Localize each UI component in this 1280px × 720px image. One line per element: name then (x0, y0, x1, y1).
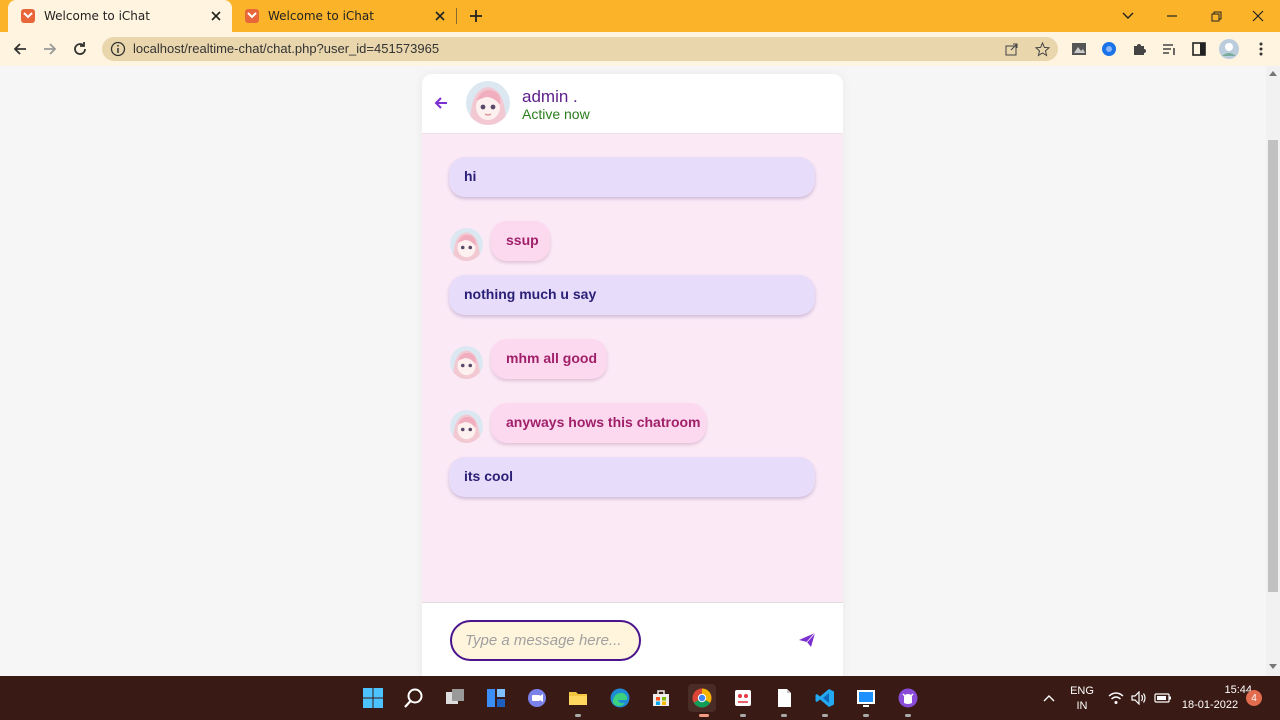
region-indicator[interactable]: IN (1070, 700, 1094, 712)
side-panel-icon[interactable] (1190, 40, 1208, 58)
teams-chat-icon[interactable] (523, 684, 551, 712)
sender-avatar (450, 228, 483, 261)
bookmark-star-icon[interactable] (1033, 40, 1051, 58)
running-indicator (822, 714, 828, 717)
more-menu-icon[interactable] (1252, 40, 1270, 58)
battery-icon[interactable] (1152, 684, 1174, 712)
widgets-icon[interactable] (482, 684, 510, 712)
back-arrow-icon[interactable] (432, 94, 450, 112)
tab-separator (456, 8, 457, 24)
notification-badge[interactable]: 4 (1246, 690, 1262, 706)
language-indicator[interactable]: ENG (1070, 685, 1094, 697)
new-tab-button[interactable] (466, 6, 486, 26)
screenshot-extension-icon[interactable] (1070, 40, 1088, 58)
outgoing-message: nothing much u say (449, 275, 815, 315)
reading-list-icon[interactable] (1160, 40, 1178, 58)
plus-icon (470, 10, 482, 22)
close-window-button[interactable] (1238, 0, 1278, 32)
running-indicator (740, 714, 746, 717)
minimize-button[interactable] (1152, 0, 1192, 32)
message-text: anyways hows this chatroom (506, 414, 701, 430)
back-button[interactable] (8, 37, 32, 61)
profile-avatar-icon[interactable] (1218, 38, 1240, 60)
restore-button[interactable] (1196, 0, 1236, 32)
send-button[interactable] (796, 630, 818, 650)
reload-icon (74, 42, 86, 55)
message-input[interactable] (450, 620, 641, 661)
message-text: mhm all good (506, 350, 597, 366)
close-icon (1252, 10, 1264, 22)
message-text: hi (464, 168, 477, 184)
wifi-icon[interactable] (1106, 684, 1126, 712)
message-text: nothing much u say (464, 286, 597, 302)
chat-box (422, 133, 843, 603)
clock-date[interactable]: 18-01-2022 (1180, 699, 1240, 711)
snipping-tool-icon[interactable] (729, 684, 757, 712)
vscode-icon[interactable] (811, 684, 839, 712)
github-desktop-icon[interactable] (894, 684, 922, 712)
close-tab-icon[interactable] (208, 8, 224, 24)
scroll-up-arrow-icon[interactable] (1266, 66, 1280, 80)
scrollbar-thumb[interactable] (1268, 140, 1278, 592)
share-icon[interactable] (1003, 40, 1021, 58)
chevron-down-icon (1122, 12, 1134, 19)
clock-time[interactable]: 15:44 (1192, 684, 1252, 696)
tab-welcome-ichat-active[interactable]: Welcome to iChat (8, 0, 232, 32)
arrow-left-icon (13, 43, 26, 55)
message-text: ssup (506, 232, 539, 248)
close-tab-icon[interactable] (432, 8, 448, 24)
vpn-extension-icon[interactable] (1100, 40, 1118, 58)
extensions-puzzle-icon[interactable] (1130, 40, 1148, 58)
edge-browser-icon[interactable] (606, 684, 634, 712)
remote-desktop-icon[interactable] (852, 684, 880, 712)
contact-name: admin . (522, 87, 578, 106)
ichat-favicon-icon (20, 8, 36, 24)
incoming-message: ssup (491, 221, 550, 261)
microsoft-store-icon[interactable] (647, 684, 675, 712)
search-icon[interactable] (400, 684, 428, 712)
site-info-icon[interactable] (110, 41, 126, 57)
minimize-icon (1167, 15, 1177, 17)
start-windows-icon[interactable] (359, 684, 387, 712)
running-indicator (905, 714, 911, 717)
url-text[interactable]: localhost/realtime-chat/chat.php?user_id… (133, 41, 439, 56)
file-explorer-icon[interactable] (564, 684, 592, 712)
tab-title: Welcome to iChat (44, 9, 150, 23)
arrow-right-icon (44, 43, 57, 55)
ichat-favicon-icon (244, 8, 260, 24)
running-indicator (863, 714, 869, 717)
sender-avatar (450, 410, 483, 443)
incoming-message: anyways hows this chatroom (491, 403, 706, 443)
windows-taskbar (0, 676, 1280, 720)
reload-button[interactable] (68, 37, 92, 61)
running-indicator (575, 714, 581, 717)
scroll-down-arrow-icon[interactable] (1266, 660, 1280, 674)
tab-welcome-ichat[interactable]: Welcome to iChat (232, 0, 456, 32)
chrome-browser-icon[interactable] (688, 684, 716, 712)
volume-icon[interactable] (1129, 684, 1149, 712)
show-hidden-icons-chevron-up-icon[interactable] (1037, 684, 1061, 712)
task-view-icon[interactable] (441, 684, 469, 712)
tab-title: Welcome to iChat (268, 9, 374, 23)
contact-status: Active now (522, 106, 590, 122)
sender-avatar (450, 346, 483, 379)
message-text: its cool (464, 468, 514, 484)
outgoing-message: hi (449, 157, 815, 197)
notepad-file-icon[interactable] (770, 684, 798, 712)
forward-button[interactable] (38, 37, 62, 61)
avatar (466, 81, 510, 125)
outgoing-message: its cool (449, 457, 815, 497)
incoming-message: mhm all good (491, 339, 607, 379)
tab-search-button[interactable] (1108, 0, 1148, 32)
running-indicator (781, 714, 787, 717)
send-icon (799, 632, 816, 647)
active-indicator (699, 714, 709, 717)
restore-icon (1211, 11, 1221, 21)
